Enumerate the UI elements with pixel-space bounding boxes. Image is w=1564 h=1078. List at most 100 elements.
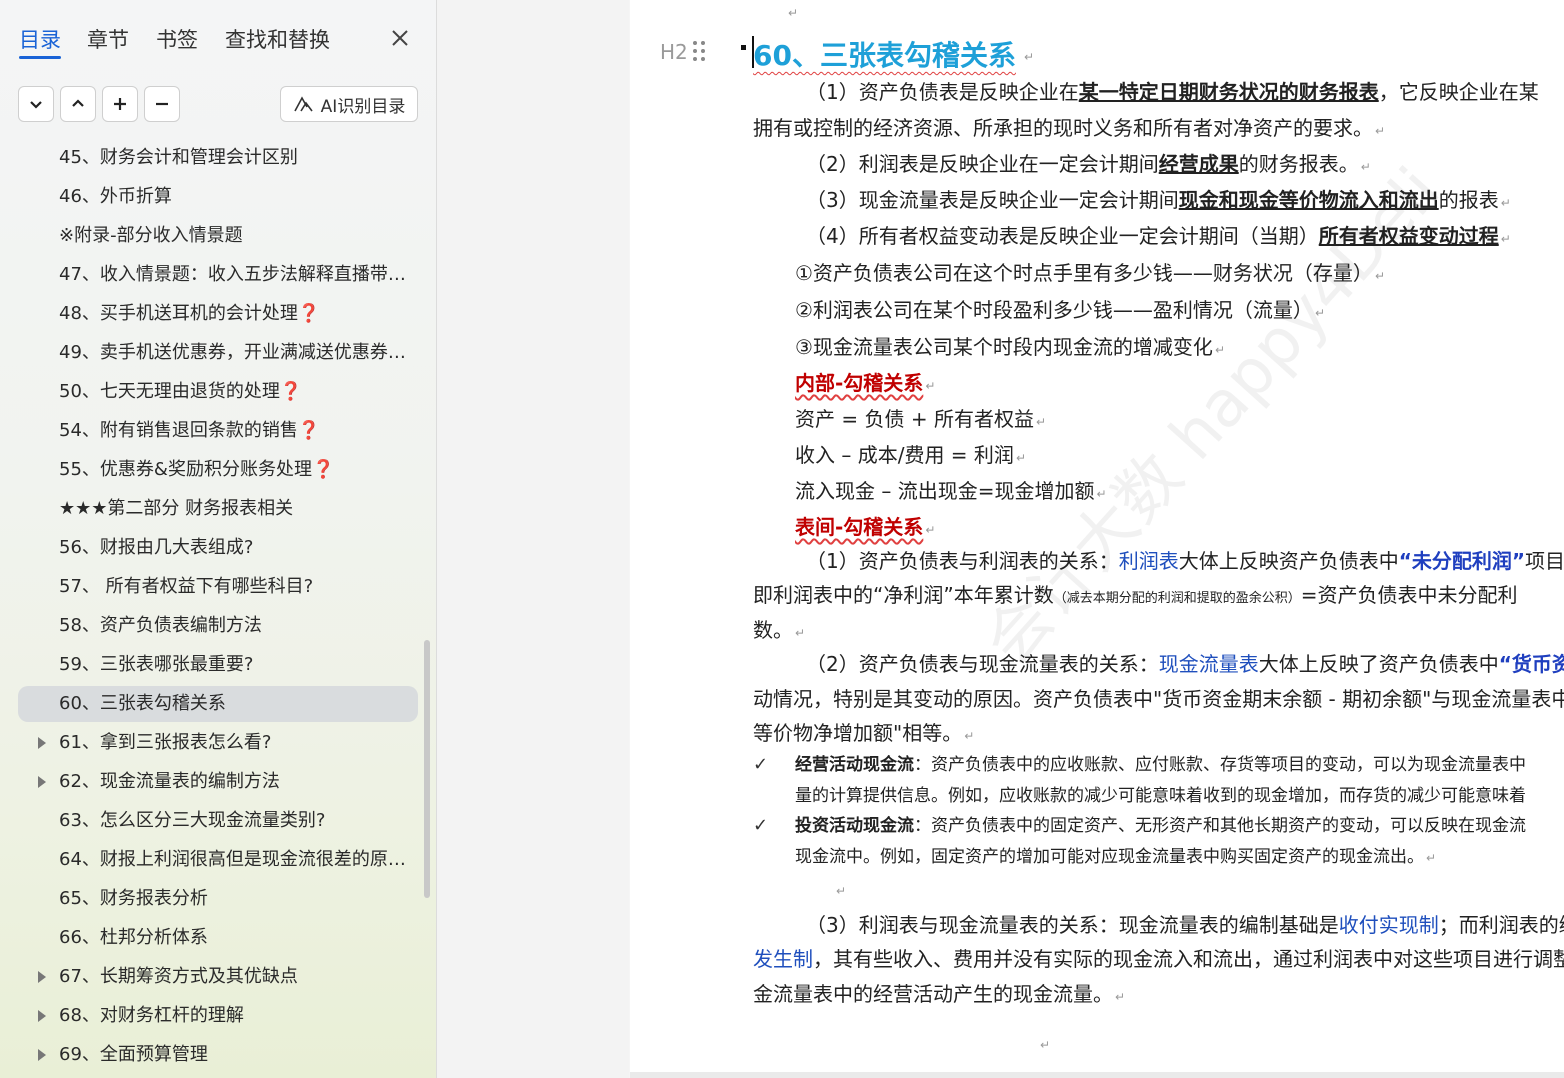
expand-button[interactable] — [60, 86, 96, 122]
toc-item[interactable]: ★★★第二部分 财务报表相关 — [18, 491, 418, 527]
tab-toc[interactable]: 目录 — [19, 24, 61, 54]
toc-item-label: 54、附有销售退回条款的销售❓ — [59, 420, 321, 441]
r3-link: 收付实现制 — [1338, 913, 1439, 937]
paragraph-1[interactable]: （1）资产负债表是反映企业在某一特定日期财务状况的财务报表，它反映企业在某 — [806, 78, 1539, 106]
circled-item-1[interactable]: ①资产负债表公司在这个时点手里有多少钱——财务状况（存量） ↵ — [795, 259, 1385, 290]
heading-level-badge[interactable]: H2 — [660, 40, 688, 64]
tab-bookmarks[interactable]: 书签 — [156, 24, 198, 54]
toc-item[interactable]: ※附录-部分收入情景题 — [18, 218, 418, 254]
ai-recognize-toc-button[interactable]: AI识别目录 — [280, 86, 418, 122]
equation-1-text: 资产 = 负债 + 所有者权益 — [795, 407, 1034, 431]
inner-relations-title[interactable]: 内部-勾稽关系 ↵ — [795, 369, 935, 400]
collapse-button[interactable] — [18, 86, 54, 122]
r2c-text: 等价物净增加额"相等。 — [753, 721, 963, 745]
r2-emphasis: “货币资 — [1498, 652, 1564, 676]
toc-item[interactable]: 68、对财务杠杆的理解 — [18, 998, 418, 1034]
relation-1[interactable]: （1）资产负债表与利润表的关系：利润表大体上反映资产负债表中“未分配利润”项目 — [806, 547, 1564, 575]
toc-item[interactable]: 59、三张表哪张最重要? — [18, 647, 418, 683]
toc-item[interactable]: 58、资产负债表编制方法 — [18, 608, 418, 644]
paragraph-4[interactable]: （4）所有者权益变动表是反映企业一定会计期间（当期）所有者权益变动过程 ↵ — [806, 222, 1511, 253]
close-icon[interactable] — [388, 26, 412, 50]
between-relations-title[interactable]: 表间-勾稽关系 ↵ — [795, 513, 935, 544]
remove-heading-button[interactable] — [144, 86, 180, 122]
toc-item[interactable]: 67、长期筹资方式及其优缺点 — [18, 959, 418, 995]
toc-item[interactable]: 50、七天无理由退货的处理❓ — [18, 374, 418, 410]
investing-cashflow-cont[interactable]: 现金流中。例如，固定资产的增加可能对应现金流量表中购买固定资产的现金流出。 ↵ — [795, 843, 1436, 872]
k2-text: ：资产负债表中的固定资产、无形资产和其他长期资产的变动，可以反映在现金流 — [914, 816, 1526, 836]
paragraph-mark: ↵ — [788, 6, 799, 20]
toc-item-label: 60、三张表勾稽关系 — [59, 693, 226, 714]
toc-item[interactable]: 62、现金流量表的编制方法 — [18, 764, 418, 800]
check-icon: ✓ — [753, 754, 769, 775]
toc-item[interactable]: 65、财务报表分析 — [18, 881, 418, 917]
page-bottom-edge — [630, 1072, 1564, 1078]
r1b-text-end: =资产负债表中未分配利 — [1300, 583, 1518, 607]
operating-cashflow-item[interactable]: 经营活动现金流：资产负债表中的应收账款、应付账款、存货等项目的变动，可以为现金流… — [795, 751, 1526, 779]
toc-item[interactable]: 69、全面预算管理 — [18, 1037, 418, 1073]
relation-2-cont[interactable]: 动情况，特别是其变动的原因。资产负债表中"货币资金期末余额 - 期初余额"与现金… — [753, 685, 1564, 713]
toc-item[interactable]: 61、拿到三张报表怎么看? — [18, 725, 418, 761]
drag-handle-icon[interactable] — [692, 40, 706, 62]
relation-1-end[interactable]: 数。 ↵ — [753, 616, 805, 647]
toc-item-label: 66、杜邦分析体系 — [59, 927, 208, 948]
expand-arrow-icon[interactable] — [38, 776, 46, 788]
paragraph-2[interactable]: （2）利润表是反映企业在一定会计期间经营成果的财务报表。 ↵ — [806, 150, 1371, 181]
expand-arrow-icon[interactable] — [38, 971, 46, 983]
r2b-text: 动情况，特别是其变动的原因。资产负债表中"货币资金期末余额 - 期初余额"与现金… — [753, 687, 1564, 711]
relation-3-end[interactable]: 金流量表中的经营活动产生的现金流量。 ↵ — [753, 980, 1125, 1011]
p2-emphasis: 经营成果 — [1158, 152, 1239, 176]
relation-3[interactable]: （3）利润表与现金流量表的关系：现金流量表的编制基础是收付实现制；而利润表的编 — [806, 911, 1564, 939]
toc-item[interactable]: 49、卖手机送优惠券，开业满减送优惠券… — [18, 335, 418, 371]
toc-item-label: 50、七天无理由退货的处理❓ — [59, 381, 303, 402]
equation-2[interactable]: 收入 – 成本/费用 = 利润 ↵ — [795, 441, 1026, 472]
paragraph-1-cont[interactable]: 拥有或控制的经济资源、所承担的现时义务和所有者对净资产的要求。 ↵ — [753, 114, 1385, 145]
circled-item-2[interactable]: ②利润表公司在某个时段盈利多少钱——盈利情况（流量） ↵ — [795, 296, 1325, 327]
r1b-note: （减去本期分配的利润和提取的盈余公积） — [1053, 591, 1301, 606]
expand-arrow-icon[interactable] — [38, 1010, 46, 1022]
toc-item[interactable]: 54、附有销售退回条款的销售❓ — [18, 413, 418, 449]
relation-3-cont[interactable]: 发生制，其有些收入、费用并没有实际的现金流入和流出，通过利润表中对这些项目进行调… — [753, 945, 1564, 973]
tab-chapters[interactable]: 章节 — [87, 24, 129, 54]
investing-cashflow-item[interactable]: 投资活动现金流：资产负债表中的固定资产、无形资产和其他长期资产的变动，可以反映在… — [795, 812, 1526, 840]
equation-1[interactable]: 资产 = 负债 + 所有者权益 ↵ — [795, 405, 1046, 436]
circled-item-3[interactable]: ③现金流量表公司某个时段内现金流的增减变化 ↵ — [795, 333, 1225, 364]
toc-item[interactable]: 63、怎么区分三大现金流量类别? — [18, 803, 418, 839]
r3-text-end: ；而利润表的编 — [1438, 913, 1564, 937]
expand-arrow-icon[interactable] — [38, 1049, 46, 1061]
r1-text-3: 项目 — [1525, 549, 1564, 573]
toc-item[interactable]: 48、买手机送耳机的会计处理❓ — [18, 296, 418, 332]
expand-arrow-icon[interactable] — [38, 737, 46, 749]
paragraph-mark: ↵ — [1040, 1038, 1051, 1052]
document-heading[interactable]: 60、三张表勾稽关系 — [753, 34, 1016, 74]
toc-item[interactable]: 55、优惠券&奖励积分账务处理❓ — [18, 452, 418, 488]
toc-item-label: 48、买手机送耳机的会计处理❓ — [59, 303, 321, 324]
toc-item[interactable]: 47、收入情景题：收入五步法解释直播带… — [18, 257, 418, 293]
question-mark-icon: ❓ — [297, 420, 321, 441]
toc-item[interactable]: 57、 所有者权益下有哪些科目? — [18, 569, 418, 605]
toc-item[interactable]: 60、三张表勾稽关系 — [18, 686, 418, 722]
toc-item-label: 62、现金流量表的编制方法 — [59, 771, 280, 792]
paragraph-3[interactable]: （3）现金流量表是反映企业一定会计期间现金和现金等价物流入和流出的报表 ↵ — [806, 186, 1511, 217]
toc-item-label: 58、资产负债表编制方法 — [59, 615, 262, 636]
toc-item-label: 63、怎么区分三大现金流量类别? — [59, 810, 326, 831]
toc-item[interactable]: 64、财报上利润很高但是现金流很差的原… — [18, 842, 418, 878]
relation-2[interactable]: （2）资产负债表与现金流量表的关系：现金流量表大体上反映了资产负债表中“货币资 — [806, 650, 1564, 678]
nav-scrollbar[interactable] — [424, 640, 430, 898]
toc-item[interactable]: 45、财务会计和管理会计区别 — [18, 140, 418, 176]
toc-item[interactable]: 56、财报由几大表组成? — [18, 530, 418, 566]
toc-item[interactable]: 46、外币折算 — [18, 179, 418, 215]
add-heading-button[interactable] — [102, 86, 138, 122]
nav-tabs: 目录 章节 书签 查找和替换 — [0, 0, 436, 80]
relation-1-cont[interactable]: 即利润表中的“净利润”本年累计数（减去本期分配的利润和提取的盈余公积）=资产负债… — [753, 581, 1518, 613]
relation-2-end[interactable]: 等价物净增加额"相等。 ↵ — [753, 719, 974, 750]
toc-item-label: 61、拿到三张报表怎么看? — [59, 732, 272, 753]
tab-find-replace[interactable]: 查找和替换 — [225, 24, 330, 54]
r1-emphasis: “未分配利润” — [1398, 549, 1526, 573]
toc-item-label: 46、外币折算 — [59, 186, 172, 207]
question-mark-icon: ❓ — [279, 381, 303, 402]
p2-text-end: 的财务报表。 — [1238, 152, 1359, 176]
list-bullet — [741, 45, 746, 50]
toc-item[interactable]: 66、杜邦分析体系 — [18, 920, 418, 956]
operating-cashflow-cont[interactable]: 量的计算提供信息。例如，应收账款的减少可能意味着收到的现金增加，而存货的减少可能… — [795, 782, 1526, 810]
equation-3[interactable]: 流入现金 – 流出现金=现金增加额 ↵ — [795, 477, 1107, 508]
